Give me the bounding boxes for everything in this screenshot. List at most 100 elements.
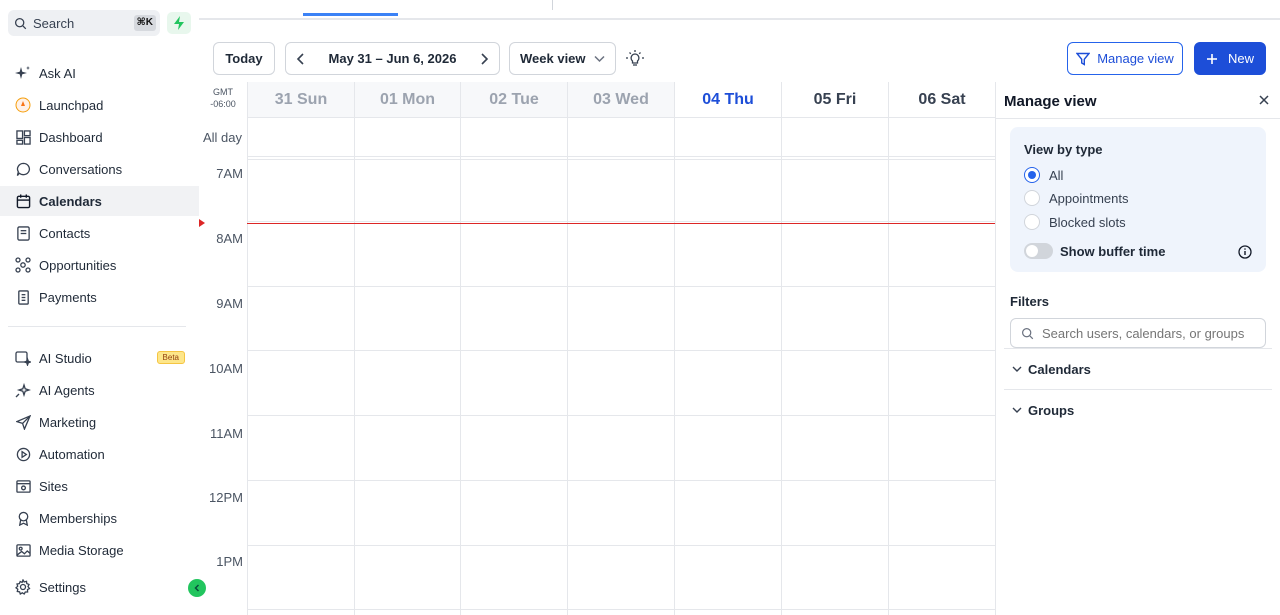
radio-button[interactable] (1024, 214, 1040, 230)
sidebar-item-sites[interactable]: Sites (0, 471, 199, 501)
day-header-thu[interactable]: 04 Thu (674, 82, 781, 117)
grid-line (567, 117, 568, 615)
day-header-tue[interactable]: 02 Tue (460, 82, 567, 117)
hour-label: 1PM (216, 554, 243, 569)
contacts-icon (14, 224, 32, 242)
chevron-left-icon[interactable] (296, 52, 306, 65)
tab-divider (552, 0, 553, 10)
filter-search-input[interactable] (1042, 325, 1252, 341)
hour-label: 11AM (210, 426, 243, 441)
grid-line (247, 415, 995, 416)
radio-button[interactable] (1024, 167, 1040, 183)
grid-line (247, 609, 995, 610)
lightbulb-icon[interactable] (625, 49, 645, 69)
manage-view-panel: Manage view View by type All Appointment… (995, 82, 1280, 615)
sidebar-item-label: Settings (39, 579, 86, 595)
beta-badge: Beta (156, 351, 185, 364)
date-range-navigator: May 31 – Jun 6, 2026 (285, 42, 500, 75)
view-select[interactable]: Week view (509, 42, 616, 75)
search-label: Search (33, 15, 75, 31)
day-header-fri[interactable]: 05 Fri (781, 82, 888, 117)
hour-label: 7AM (216, 166, 243, 181)
manage-view-label: Manage view (1097, 51, 1174, 66)
sidebar-item-label: Conversations (39, 161, 123, 177)
radio-label: Blocked slots (1049, 214, 1126, 230)
chevron-down-icon (594, 55, 605, 62)
sparkle-icon (14, 64, 32, 82)
grid-line (674, 117, 675, 615)
chevron-down-icon (1012, 366, 1022, 372)
sidebar-item-label: Opportunities (39, 257, 117, 273)
sidebar-item-automation[interactable]: Automation (0, 439, 199, 469)
groups-section-toggle[interactable]: Groups (1004, 390, 1272, 430)
today-button[interactable]: Today (213, 42, 275, 75)
sidebar-item-label: Payments (39, 289, 97, 305)
day-header-sat[interactable]: 06 Sat (888, 82, 995, 117)
sidebar-item-label: Marketing (39, 414, 97, 430)
sidebar-item-calendars[interactable]: Calendars (0, 186, 199, 216)
dashboard-icon (14, 128, 32, 146)
radio-button[interactable] (1024, 190, 1040, 206)
day-header-sun[interactable]: 31 Sun (247, 82, 354, 117)
all-day-label: All day (203, 130, 243, 145)
sidebar-item-label: Calendars (39, 193, 102, 209)
hour-label: 12PM (209, 490, 243, 505)
grid-line (247, 221, 995, 222)
timezone-line2: -06:00 (210, 99, 236, 109)
sidebar-item-media-storage[interactable]: Media Storage (0, 535, 199, 565)
sidebar-item-ai-studio[interactable]: AI Studio Beta (0, 343, 199, 373)
timezone-line1: GMT (213, 87, 233, 97)
sidebar-item-marketing[interactable]: Marketing (0, 407, 199, 437)
sidebar-item-conversations[interactable]: Conversations (0, 154, 199, 184)
radio-option-all[interactable]: All (1024, 167, 1063, 183)
current-time-marker (199, 219, 205, 227)
day-header-wed[interactable]: 03 Wed (567, 82, 674, 117)
new-button[interactable]: New (1194, 42, 1266, 75)
opportunities-icon (14, 256, 32, 274)
quick-action-button[interactable] (167, 12, 191, 34)
sidebar-search[interactable]: Search ⌘K (8, 10, 160, 36)
radio-label: Appointments (1049, 190, 1129, 206)
buffer-time-label: Show buffer time (1060, 243, 1166, 259)
view-by-type-card: View by type All Appointments Blocked sl… (1010, 127, 1266, 272)
close-icon[interactable] (1258, 94, 1270, 106)
sidebar-item-payments[interactable]: Payments (0, 282, 199, 312)
sidebar-item-ask-ai[interactable]: Ask AI (0, 58, 199, 88)
radio-option-appointments[interactable]: Appointments (1024, 190, 1129, 206)
sidebar-item-contacts[interactable]: Contacts (0, 218, 199, 248)
collapse-sidebar-button[interactable] (188, 579, 206, 597)
sidebar-item-opportunities[interactable]: Opportunities (0, 250, 199, 280)
shortcut-badge: ⌘K (133, 15, 156, 31)
sidebar-item-label: Launchpad (39, 97, 104, 113)
image-icon (14, 541, 32, 559)
calendars-section-toggle[interactable]: Calendars (1004, 349, 1272, 389)
buffer-time-toggle[interactable] (1024, 243, 1053, 259)
filters-title: Filters (1010, 294, 1050, 309)
top-tab-strip (199, 0, 1280, 20)
filter-search[interactable] (1010, 318, 1266, 348)
sidebar-item-ai-agents[interactable]: AI Agents (0, 375, 199, 405)
sidebar-item-label: Media Storage (39, 542, 124, 558)
manage-view-button[interactable]: Manage view (1067, 42, 1183, 75)
send-icon (14, 413, 32, 431)
chat-icon (14, 160, 32, 178)
sidebar-item-label: Memberships (39, 510, 118, 526)
calendar-icon (14, 192, 32, 210)
grid-line (888, 117, 889, 615)
day-header-mon[interactable]: 01 Mon (354, 82, 460, 117)
chevron-right-icon[interactable] (479, 52, 489, 65)
chevron-left-icon (194, 584, 200, 592)
sidebar-item-settings[interactable]: Settings (0, 572, 199, 602)
sidebar-item-memberships[interactable]: Memberships (0, 503, 199, 533)
sidebar-item-label: AI Agents (39, 382, 95, 398)
sidebar: Search ⌘K Ask AI Launchpad Dashboard Con… (0, 0, 206, 615)
sidebar-item-launchpad[interactable]: Launchpad (0, 90, 199, 120)
sidebar-item-label: Dashboard (39, 129, 103, 145)
sidebar-item-label: Sites (39, 478, 68, 494)
radio-option-blocked-slots[interactable]: Blocked slots (1024, 214, 1126, 230)
sidebar-item-dashboard[interactable]: Dashboard (0, 122, 199, 152)
info-icon[interactable] (1238, 245, 1252, 259)
grid-line (247, 117, 995, 118)
date-range-label: May 31 – Jun 6, 2026 (328, 51, 457, 66)
lightning-icon (174, 16, 184, 30)
